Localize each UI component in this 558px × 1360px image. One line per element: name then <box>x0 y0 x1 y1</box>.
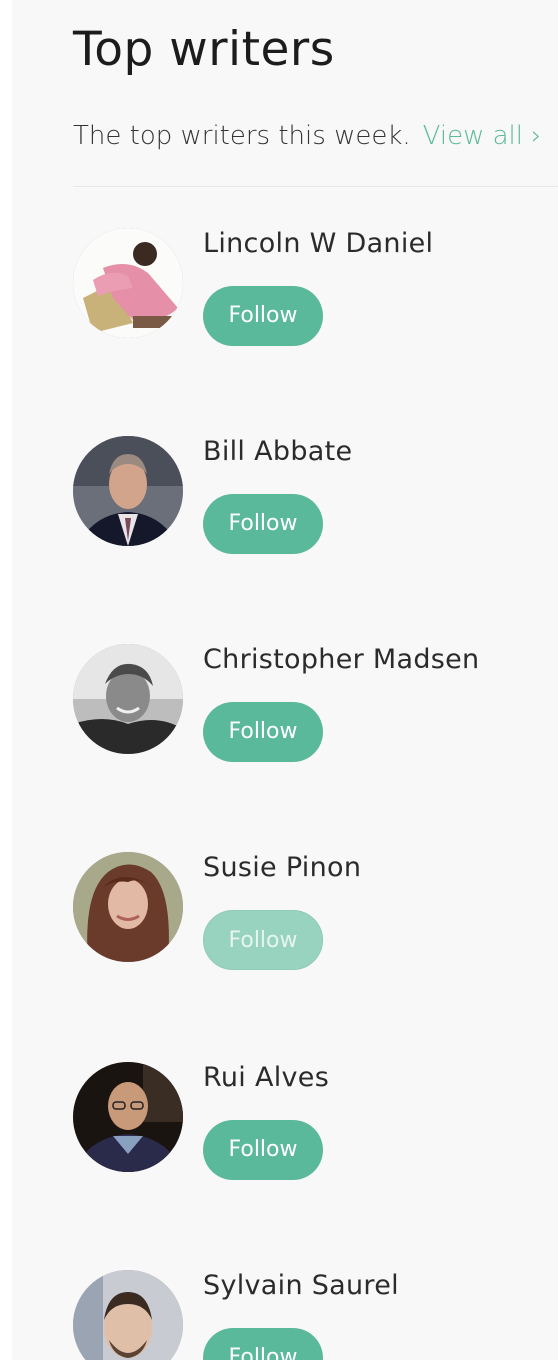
follow-button[interactable]: Follow <box>203 1328 323 1360</box>
subtitle-row: The top writers this week. View all › <box>73 116 541 156</box>
writer-item: Lincoln W Daniel Follow <box>73 228 543 348</box>
avatar-photo-man-grayscale <box>73 644 183 754</box>
header-divider <box>73 186 558 187</box>
avatar[interactable] <box>73 228 183 338</box>
follow-button[interactable]: Follow <box>203 910 323 970</box>
follow-button[interactable]: Follow <box>203 1120 323 1180</box>
subtitle-text: The top writers this week. <box>73 121 411 151</box>
avatar[interactable] <box>73 436 183 546</box>
writer-item: Sylvain Saurel Follow <box>73 1270 543 1360</box>
writer-item: Christopher Madsen Follow <box>73 644 543 764</box>
follow-button[interactable]: Follow <box>203 494 323 554</box>
view-all-link[interactable]: View all › <box>423 121 542 151</box>
avatar[interactable] <box>73 1062 183 1172</box>
avatar-photo-man-suit <box>73 436 183 546</box>
view-all-label: View all <box>422 121 523 151</box>
avatar[interactable] <box>73 644 183 754</box>
chevron-right-icon: › <box>531 121 542 151</box>
avatar[interactable] <box>73 852 183 962</box>
top-writers-panel: Top writers The top writers this week. Vi… <box>12 0 558 1360</box>
avatar[interactable] <box>73 1270 183 1360</box>
writer-name[interactable]: Lincoln W Daniel <box>203 226 433 262</box>
avatar-photo-woman <box>73 852 183 962</box>
writer-name[interactable]: Bill Abbate <box>203 434 352 470</box>
avatar-photo-man-beard <box>73 1270 183 1360</box>
follow-button[interactable]: Follow <box>203 286 323 346</box>
follow-button[interactable]: Follow <box>203 702 323 762</box>
writer-name[interactable]: Sylvain Saurel <box>203 1268 399 1304</box>
writer-item: Susie Pinon Follow <box>73 852 543 972</box>
avatar-photo-man-glasses <box>73 1062 183 1172</box>
page-title: Top writers <box>73 22 335 77</box>
writer-item: Rui Alves Follow <box>73 1062 543 1182</box>
avatar-photo-man-pink-shirt <box>73 228 183 338</box>
writer-name[interactable]: Christopher Madsen <box>203 642 479 678</box>
writer-item: Bill Abbate Follow <box>73 436 543 556</box>
writer-name[interactable]: Susie Pinon <box>203 850 361 886</box>
writer-name[interactable]: Rui Alves <box>203 1060 329 1096</box>
